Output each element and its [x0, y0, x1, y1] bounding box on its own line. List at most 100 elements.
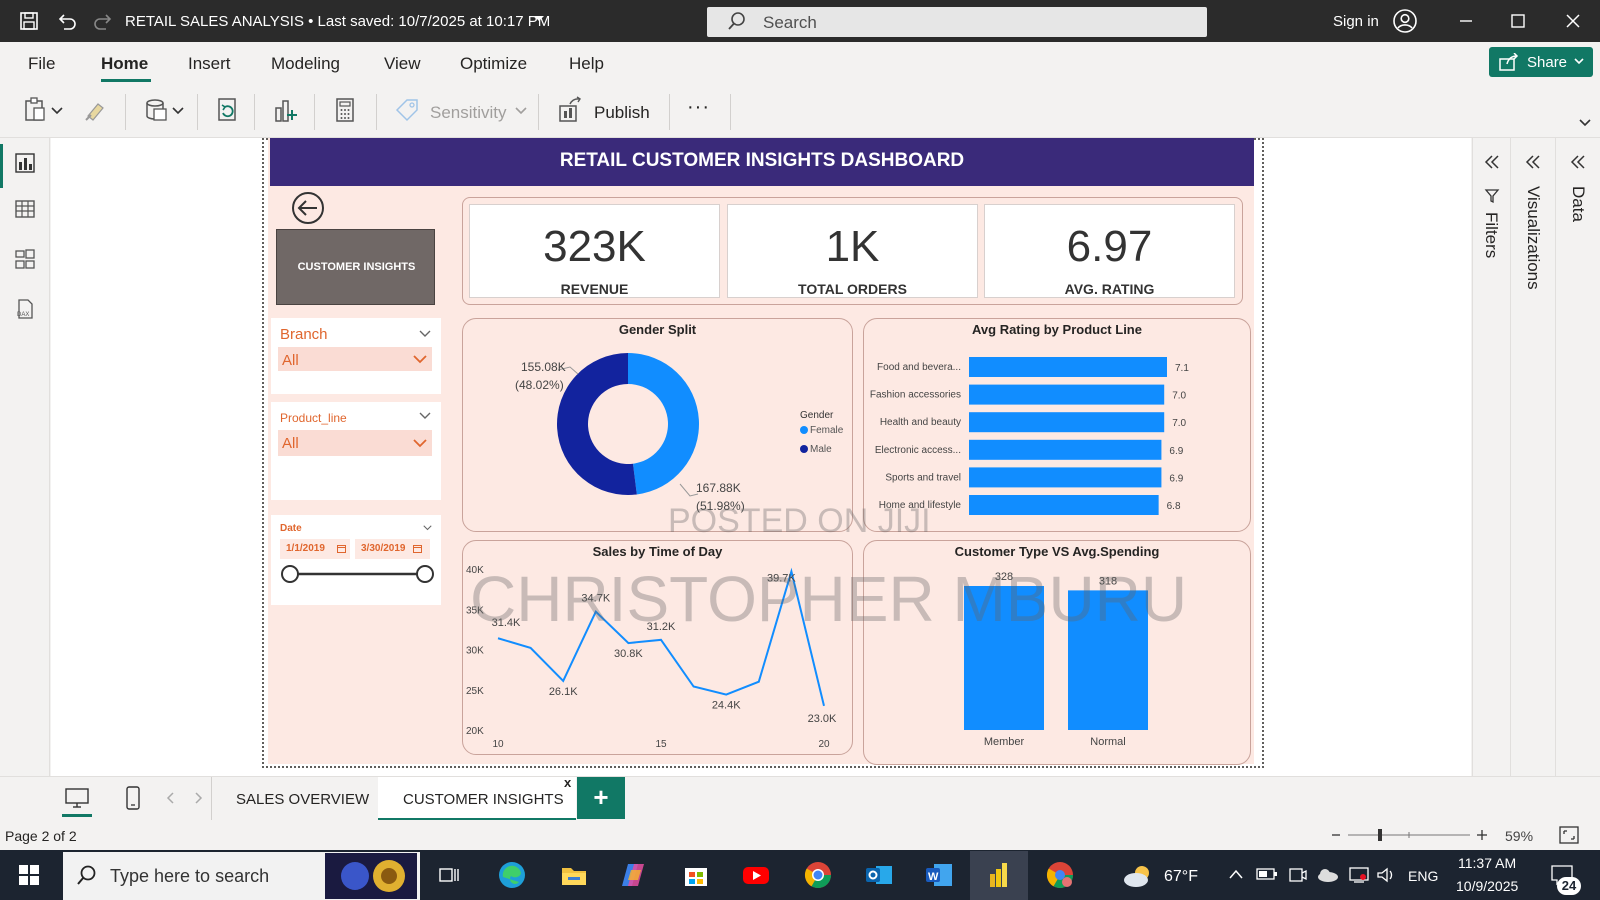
report-view-icon[interactable]	[14, 152, 36, 174]
account-icon[interactable]	[1393, 9, 1417, 33]
youtube-icon[interactable]	[741, 860, 771, 890]
male-pct-label: (51.98%)	[696, 499, 745, 513]
data-pane-label[interactable]: Data	[1568, 186, 1588, 222]
calculator-icon[interactable]	[331, 96, 359, 124]
paste-dropdown-icon[interactable]	[50, 96, 64, 124]
chrome-icon[interactable]	[803, 860, 833, 890]
file-explorer-icon[interactable]	[559, 860, 589, 890]
collapse-visualizations-icon[interactable]	[1525, 154, 1541, 170]
chrome-profile-icon[interactable]	[1045, 860, 1075, 890]
add-page-button[interactable]: +	[577, 777, 625, 819]
scroll-left-icon[interactable]	[165, 791, 177, 805]
date-range-slider[interactable]	[280, 564, 435, 584]
window-title[interactable]: RETAIL SALES ANALYSIS • Last saved: 10/7…	[125, 13, 550, 30]
scroll-right-icon[interactable]	[192, 791, 204, 805]
table-view-icon[interactable]	[14, 198, 36, 220]
maximize-icon[interactable]	[1508, 11, 1528, 31]
volume-icon[interactable]	[1376, 866, 1396, 884]
refresh-icon[interactable]	[214, 96, 242, 124]
microsoft-store-icon[interactable]	[681, 860, 711, 890]
visualizations-pane-label[interactable]: Visualizations	[1523, 186, 1543, 290]
outlook-icon[interactable]	[864, 860, 894, 890]
product-line-dropdown[interactable]: All	[278, 430, 432, 456]
menu-insert[interactable]: Insert	[188, 54, 231, 74]
model-view-icon[interactable]	[14, 248, 36, 270]
paste-icon[interactable]	[22, 96, 50, 124]
filters-pane-label[interactable]: Filters	[1481, 212, 1501, 258]
format-painter-icon[interactable]	[82, 96, 110, 124]
minimize-icon[interactable]	[1456, 11, 1476, 31]
chevron-down-icon[interactable]	[419, 330, 431, 338]
share-button[interactable]: Share	[1489, 47, 1593, 77]
publish-label[interactable]: Publish	[594, 103, 650, 123]
collapse-ribbon-icon[interactable]	[1578, 116, 1592, 130]
zoom-slider[interactable]	[1330, 826, 1490, 844]
chevron-down-icon[interactable]	[419, 412, 431, 420]
branch-dropdown[interactable]: All	[278, 347, 432, 371]
more-options-button[interactable]: ···	[687, 96, 710, 119]
meet-now-icon[interactable]	[1288, 866, 1308, 884]
menu-modeling[interactable]: Modeling	[271, 54, 340, 74]
search-highlight-icon[interactable]	[325, 853, 417, 899]
sales-time-line-chart[interactable]: 20K 25K 30K 35K 40K 10 15 20 31.4K 26.1K 34.7K 30.8…	[462, 540, 853, 755]
legend-male-label[interactable]: Male	[810, 444, 832, 455]
chevron-down-icon[interactable]	[423, 525, 432, 531]
show-hidden-icons-icon[interactable]	[1228, 868, 1244, 880]
dax-query-view-icon[interactable]: DAX	[14, 298, 36, 320]
menu-optimize[interactable]: Optimize	[460, 54, 527, 74]
title-dropdown-icon[interactable]	[533, 12, 545, 24]
fit-to-page-icon[interactable]	[1558, 825, 1580, 845]
get-data-dropdown-icon[interactable]	[171, 96, 185, 124]
get-data-icon[interactable]	[143, 96, 171, 124]
tab-customer-insights[interactable]: CUSTOMER INSIGHTS x	[378, 775, 576, 821]
close-window-icon[interactable]	[1563, 11, 1583, 31]
zoom-level[interactable]: 59%	[1505, 828, 1533, 844]
gender-donut-chart[interactable]	[462, 318, 853, 532]
mobile-layout-icon[interactable]	[124, 785, 142, 811]
copilot-icon[interactable]	[620, 860, 650, 890]
taskbar-time[interactable]: 11:37 AM	[1458, 855, 1516, 871]
power-bi-icon[interactable]	[984, 860, 1014, 890]
menu-file[interactable]: File	[28, 54, 55, 74]
publish-icon[interactable]	[556, 96, 584, 124]
sign-in-link[interactable]: Sign in	[1333, 13, 1379, 30]
legend-female-label[interactable]: Female	[810, 425, 843, 436]
edge-browser-icon[interactable]	[497, 860, 527, 890]
calendar-icon[interactable]	[413, 544, 422, 553]
kpi-rating-value: 6.97	[1066, 222, 1153, 271]
battery-icon[interactable]	[1256, 866, 1278, 882]
zoom-thumb[interactable]	[1378, 829, 1382, 841]
back-arrow-icon[interactable]	[291, 191, 325, 225]
search-box[interactable]: Search	[707, 7, 1207, 37]
customer-type-bar-chart[interactable]: 328 Member 318 Normal	[863, 540, 1251, 765]
onedrive-icon[interactable]	[1316, 866, 1340, 884]
avg-rating-bar-chart[interactable]: Food and bevera... 7.1 Fashion accessories…	[863, 318, 1251, 532]
filters-pane[interactable]: Filters	[1472, 138, 1510, 776]
new-visual-icon[interactable]	[272, 96, 300, 124]
visualizations-pane[interactable]: Visualizations	[1510, 138, 1555, 776]
collapse-data-icon[interactable]	[1570, 154, 1586, 170]
task-view-icon[interactable]	[434, 860, 464, 890]
close-tab-icon[interactable]: x	[564, 775, 571, 790]
weather-cloud-icon[interactable]	[1122, 863, 1156, 889]
slider-start-handle[interactable]	[281, 565, 299, 583]
desktop-layout-icon[interactable]	[64, 787, 90, 809]
save-icon[interactable]	[18, 10, 40, 32]
slider-end-handle[interactable]	[416, 565, 434, 583]
menu-home[interactable]: Home	[101, 54, 148, 74]
redo-icon[interactable]	[92, 10, 114, 32]
taskbar-date[interactable]: 10/9/2025	[1456, 878, 1518, 894]
undo-icon[interactable]	[56, 10, 78, 32]
menu-help[interactable]: Help	[569, 54, 604, 74]
input-language[interactable]: ENG	[1408, 868, 1438, 884]
network-icon[interactable]	[1348, 866, 1370, 884]
data-pane[interactable]: Data	[1555, 138, 1600, 776]
collapse-filters-icon[interactable]	[1484, 154, 1500, 170]
tab-sales-overview[interactable]: SALES OVERVIEW	[212, 777, 377, 821]
word-icon[interactable]: W	[924, 860, 954, 890]
calendar-icon[interactable]	[337, 544, 346, 553]
menu-view[interactable]: View	[384, 54, 421, 74]
windows-start-icon[interactable]	[18, 864, 40, 886]
weather-temp[interactable]: 67°F	[1164, 868, 1198, 886]
customer-insights-nav-tile[interactable]: CUSTOMER INSIGHTS	[276, 229, 435, 305]
